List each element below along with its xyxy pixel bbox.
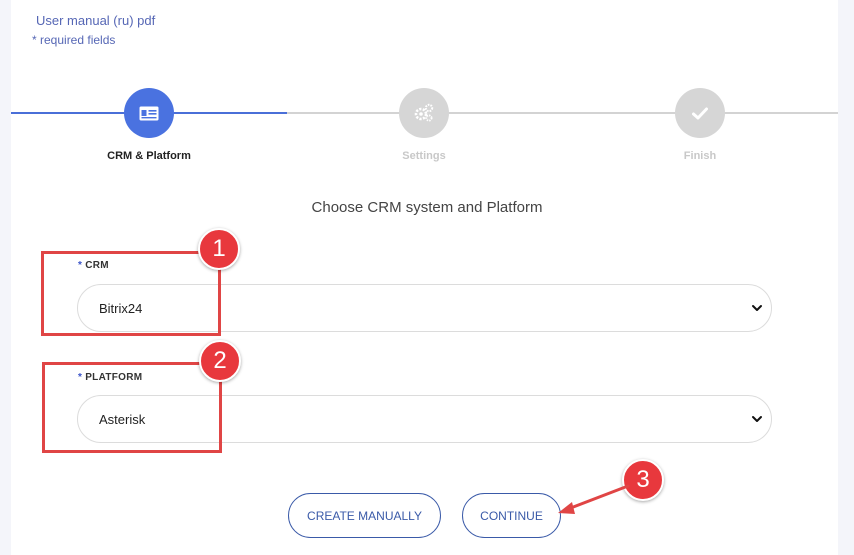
step-label-crm-platform: CRM & Platform (107, 150, 191, 162)
annotation-badge-3: 3 (622, 459, 664, 501)
required-fields-note: * required fields (32, 33, 116, 47)
step-finish[interactable] (675, 88, 725, 138)
gears-icon (414, 103, 434, 122)
annotation-box-platform (42, 362, 222, 453)
user-manual-link[interactable]: User manual (ru) pdf (36, 13, 155, 28)
id-card-icon (139, 106, 159, 120)
annotation-badge-1: 1 (198, 228, 240, 270)
step-label-settings: Settings (402, 150, 446, 162)
create-manually-button[interactable]: CREATE MANUALLY (288, 493, 441, 538)
step-crm-platform[interactable] (124, 88, 174, 138)
continue-button[interactable]: CONTINUE (462, 493, 561, 538)
step-label-finish: Finish (683, 150, 717, 162)
annotation-box-crm (41, 251, 221, 336)
annotation-badge-2: 2 (199, 340, 241, 382)
page-title: Choose CRM system and Platform (311, 199, 543, 216)
step-settings[interactable] (399, 88, 449, 138)
chevron-down-icon (752, 416, 762, 422)
stepper-track-line (287, 112, 838, 114)
check-icon (692, 107, 708, 119)
chevron-down-icon (752, 305, 762, 311)
